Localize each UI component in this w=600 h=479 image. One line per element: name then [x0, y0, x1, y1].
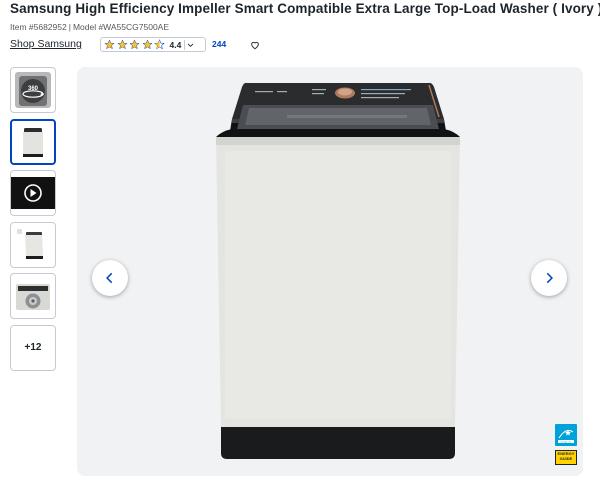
star-rating	[104, 39, 167, 50]
half-star-icon	[154, 39, 165, 50]
energy-star-badge[interactable]: energy star	[555, 424, 577, 446]
model-number: Model #WA55CG7500AE	[72, 22, 170, 32]
product-meta: Item #5682952 | Model #WA55CG7500AE	[10, 22, 169, 32]
thumbnail-strip: 360 +12	[10, 67, 56, 376]
rotate-360-icon: 360	[15, 72, 51, 108]
rating-value: 4.4	[169, 39, 182, 50]
rating-summary[interactable]: 4.4	[100, 37, 206, 52]
star-icon	[104, 39, 115, 50]
shop-brand-link[interactable]: Shop Samsung	[10, 38, 82, 50]
thumbnail-side-view[interactable]	[10, 221, 56, 268]
product-title: Samsung High Efficiency Impeller Smart C…	[10, 1, 600, 16]
energy-guide-badge[interactable]: ENERGY GUIDE	[555, 450, 577, 465]
thumbnail-more[interactable]: +12	[10, 324, 56, 371]
chevron-right-icon	[546, 272, 553, 284]
review-count-link[interactable]: 244	[212, 39, 226, 49]
thumbnail-top-view[interactable]	[10, 273, 56, 319]
more-images-count: +12	[24, 342, 42, 353]
chevron-left-icon	[106, 272, 113, 284]
next-image-button[interactable]	[531, 260, 567, 296]
thumbnail-video[interactable]	[10, 170, 56, 216]
heart-icon	[251, 41, 259, 49]
energy-badges: energy star ENERGY GUIDE	[555, 424, 577, 465]
thumbnail-360-label: 360	[28, 86, 39, 92]
play-icon	[11, 177, 55, 209]
washer-image	[17, 228, 43, 259]
save-button[interactable]	[246, 36, 264, 53]
item-number: Item #5682952	[10, 22, 67, 32]
energy-star-logo-icon: energy star	[558, 430, 574, 443]
star-icon	[116, 39, 128, 50]
star-icon	[141, 39, 153, 50]
washer-main-image	[216, 82, 460, 459]
previous-image-button[interactable]	[92, 260, 128, 296]
thumbnail-front-view[interactable]	[10, 118, 56, 165]
meta-separator: |	[68, 22, 71, 32]
washer-top-image	[16, 284, 50, 310]
washer-image	[23, 127, 43, 157]
energy-star-label: energy star	[561, 440, 572, 443]
main-image-viewer[interactable]: energy star ENERGY GUIDE	[77, 67, 583, 476]
star-icon	[129, 39, 140, 50]
chevron-down-icon	[184, 39, 194, 50]
thumbnail-360-view[interactable]: 360	[10, 67, 56, 113]
